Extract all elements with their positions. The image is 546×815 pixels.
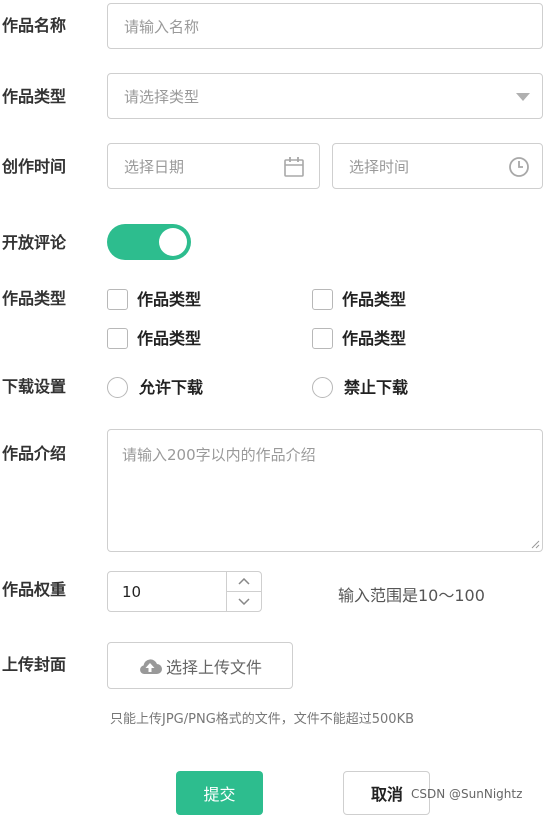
cover-label: 上传封面 (2, 655, 67, 674)
name-input[interactable]: 请输入名称 (107, 3, 543, 49)
comment-label: 开放评论 (2, 233, 67, 252)
radio[interactable] (312, 377, 333, 398)
clock-icon (509, 157, 529, 177)
checkbox[interactable] (107, 289, 128, 310)
chevron-up-icon (238, 578, 250, 585)
cancel-button-label: 取消 (371, 785, 404, 804)
weight-stepper[interactable]: 10 (107, 571, 262, 612)
type-placeholder: 请选择类型 (124, 87, 200, 106)
category-option-label: 作品类型 (342, 290, 407, 309)
category-option-2[interactable]: 作品类型 (312, 289, 492, 311)
toggle-knob (159, 228, 187, 256)
date-placeholder: 选择日期 (124, 157, 185, 176)
cloud-upload-icon (140, 658, 162, 674)
resize-handle-icon[interactable] (530, 539, 540, 549)
checkbox[interactable] (312, 289, 333, 310)
weight-label: 作品权重 (2, 580, 67, 599)
decrement-button[interactable] (227, 592, 261, 611)
weight-value: 10 (122, 583, 142, 601)
intro-label: 作品介绍 (2, 444, 67, 463)
time-picker[interactable]: 选择时间 (332, 143, 543, 189)
name-placeholder: 请输入名称 (124, 17, 200, 36)
stepper-controls (226, 572, 261, 611)
comment-toggle[interactable] (107, 224, 191, 260)
type-select[interactable]: 请选择类型 (107, 73, 543, 119)
watermark: CSDN @SunNightz (411, 787, 523, 801)
weight-hint: 输入范围是10～100 (338, 586, 485, 605)
calendar-icon (284, 157, 304, 177)
download-option-label: 禁止下载 (344, 378, 409, 397)
category-option-4[interactable]: 作品类型 (312, 328, 492, 350)
time-label: 创作时间 (2, 157, 67, 176)
submit-button[interactable]: 提交 (176, 771, 263, 815)
download-label: 下载设置 (2, 377, 67, 396)
intro-textarea[interactable]: 请输入200字以内的作品介绍 (107, 429, 543, 552)
category-option-3[interactable]: 作品类型 (107, 328, 287, 350)
download-option-label: 允许下载 (139, 378, 204, 397)
category-option-1[interactable]: 作品类型 (107, 289, 287, 311)
category-option-label: 作品类型 (137, 329, 202, 348)
category-option-label: 作品类型 (137, 290, 202, 309)
radio[interactable] (107, 377, 128, 398)
submit-button-label: 提交 (203, 785, 236, 804)
checkbox[interactable] (312, 328, 333, 349)
category-option-label: 作品类型 (342, 329, 407, 348)
name-label: 作品名称 (2, 16, 67, 35)
download-option-deny[interactable]: 禁止下载 (312, 377, 492, 399)
time-placeholder: 选择时间 (349, 157, 410, 176)
type-label: 作品类型 (2, 87, 67, 106)
chevron-down-icon (516, 93, 530, 101)
upload-button[interactable]: 选择上传文件 (107, 642, 293, 689)
intro-placeholder: 请输入200字以内的作品介绍 (122, 446, 316, 464)
upload-hint: 只能上传JPG/PNG格式的文件，文件不能超过500KB (110, 712, 415, 727)
categories-label: 作品类型 (2, 289, 67, 308)
increment-button[interactable] (227, 572, 261, 592)
date-picker[interactable]: 选择日期 (107, 143, 320, 189)
download-option-allow[interactable]: 允许下载 (107, 377, 287, 399)
chevron-down-icon (238, 598, 250, 605)
checkbox[interactable] (107, 328, 128, 349)
upload-button-label: 选择上传文件 (165, 657, 262, 677)
